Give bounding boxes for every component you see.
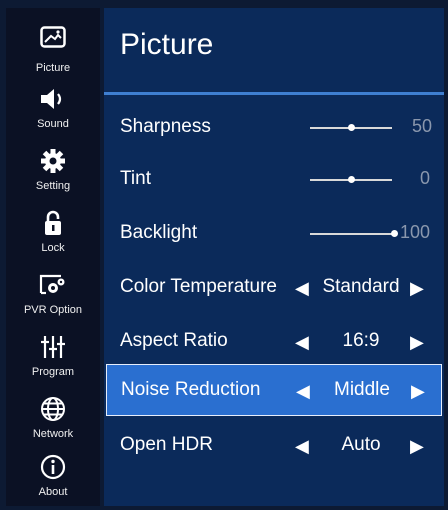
slider-knob[interactable] bbox=[390, 230, 398, 237]
setting-label: Backlight bbox=[120, 222, 198, 243]
sidebar-item-label: Program bbox=[31, 366, 75, 378]
sidebar-item-label: Setting bbox=[35, 180, 71, 192]
setting-label: Sharpness bbox=[120, 116, 211, 137]
setting-value: 50 bbox=[412, 116, 433, 136]
picture-icon bbox=[6, 20, 100, 54]
setting-value: 16:9 bbox=[342, 330, 380, 351]
info-icon bbox=[6, 450, 100, 484]
setting-label: Noise Reduction bbox=[121, 379, 261, 400]
pvr-icon bbox=[6, 268, 100, 302]
setting-label: Color Temperature bbox=[120, 276, 278, 297]
slider-track[interactable] bbox=[310, 233, 394, 235]
sidebar-item-picture[interactable]: Picture bbox=[6, 14, 100, 76]
title-divider bbox=[104, 92, 444, 95]
sidebar-item-sound[interactable]: Sound bbox=[6, 76, 100, 138]
page-title: Picture bbox=[120, 28, 214, 61]
program-icon bbox=[6, 330, 100, 364]
sidebar-item-pvr-option[interactable]: PVR Option bbox=[6, 262, 100, 324]
sidebar-item-lock[interactable]: Lock bbox=[6, 200, 100, 262]
setting-label: Open HDR bbox=[120, 434, 213, 455]
sidebar-item-program[interactable]: Program bbox=[6, 324, 100, 386]
globe-icon bbox=[6, 392, 100, 426]
sidebar-item-setting[interactable]: Setting bbox=[6, 138, 100, 200]
left-arrow-icon[interactable]: ◀ bbox=[296, 381, 310, 401]
setting-row-open-hdr[interactable]: Open HDR ◀ Auto ▶ bbox=[104, 420, 444, 472]
slider-knob[interactable] bbox=[347, 124, 355, 131]
sidebar: Picture Sound Setting Lock PVR Option Pr… bbox=[6, 8, 100, 506]
setting-value: Auto bbox=[341, 434, 381, 455]
sidebar-item-label: Lock bbox=[41, 242, 65, 254]
right-arrow-icon[interactable]: ▶ bbox=[410, 278, 424, 298]
setting-value: Middle bbox=[334, 379, 390, 400]
setting-row-backlight[interactable]: Backlight 100 bbox=[104, 208, 444, 260]
setting-label: Aspect Ratio bbox=[120, 330, 228, 351]
sidebar-item-label: Network bbox=[32, 428, 74, 440]
setting-row-noise-reduction[interactable]: Noise Reduction ◀ Middle ▶ bbox=[106, 364, 442, 416]
tv-settings-screen: Picture Sound Setting Lock PVR Option Pr… bbox=[0, 0, 448, 510]
setting-value: 100 bbox=[400, 222, 431, 242]
picture-settings-panel: Picture Sharpness 50 Tint 0 Backlight 10… bbox=[104, 8, 444, 506]
sidebar-item-label: Picture bbox=[35, 62, 71, 74]
setting-row-color-temperature[interactable]: Color Temperature ◀ Standard ▶ bbox=[104, 262, 444, 314]
left-arrow-icon[interactable]: ◀ bbox=[295, 436, 309, 456]
right-arrow-icon[interactable]: ▶ bbox=[410, 436, 424, 456]
sidebar-item-label: Sound bbox=[37, 118, 69, 130]
left-arrow-icon[interactable]: ◀ bbox=[295, 278, 309, 298]
speaker-icon bbox=[6, 82, 100, 116]
right-arrow-icon[interactable]: ▶ bbox=[410, 332, 424, 352]
setting-value: 0 bbox=[420, 168, 431, 188]
setting-row-sharpness[interactable]: Sharpness 50 bbox=[104, 102, 444, 154]
setting-value: Standard bbox=[322, 276, 400, 297]
slider-knob[interactable] bbox=[347, 176, 355, 183]
setting-label: Tint bbox=[120, 168, 151, 189]
setting-row-tint[interactable]: Tint 0 bbox=[104, 154, 444, 206]
sidebar-item-label: PVR Option bbox=[23, 304, 83, 316]
sidebar-item-label: About bbox=[38, 486, 68, 498]
right-arrow-icon[interactable]: ▶ bbox=[411, 381, 425, 401]
setting-row-aspect-ratio[interactable]: Aspect Ratio ◀ 16:9 ▶ bbox=[104, 316, 444, 368]
sidebar-item-network[interactable]: Network bbox=[6, 386, 100, 448]
sidebar-item-about[interactable]: About bbox=[6, 444, 100, 506]
left-arrow-icon[interactable]: ◀ bbox=[295, 332, 309, 352]
lock-icon bbox=[6, 206, 100, 240]
gear-icon bbox=[6, 144, 100, 178]
